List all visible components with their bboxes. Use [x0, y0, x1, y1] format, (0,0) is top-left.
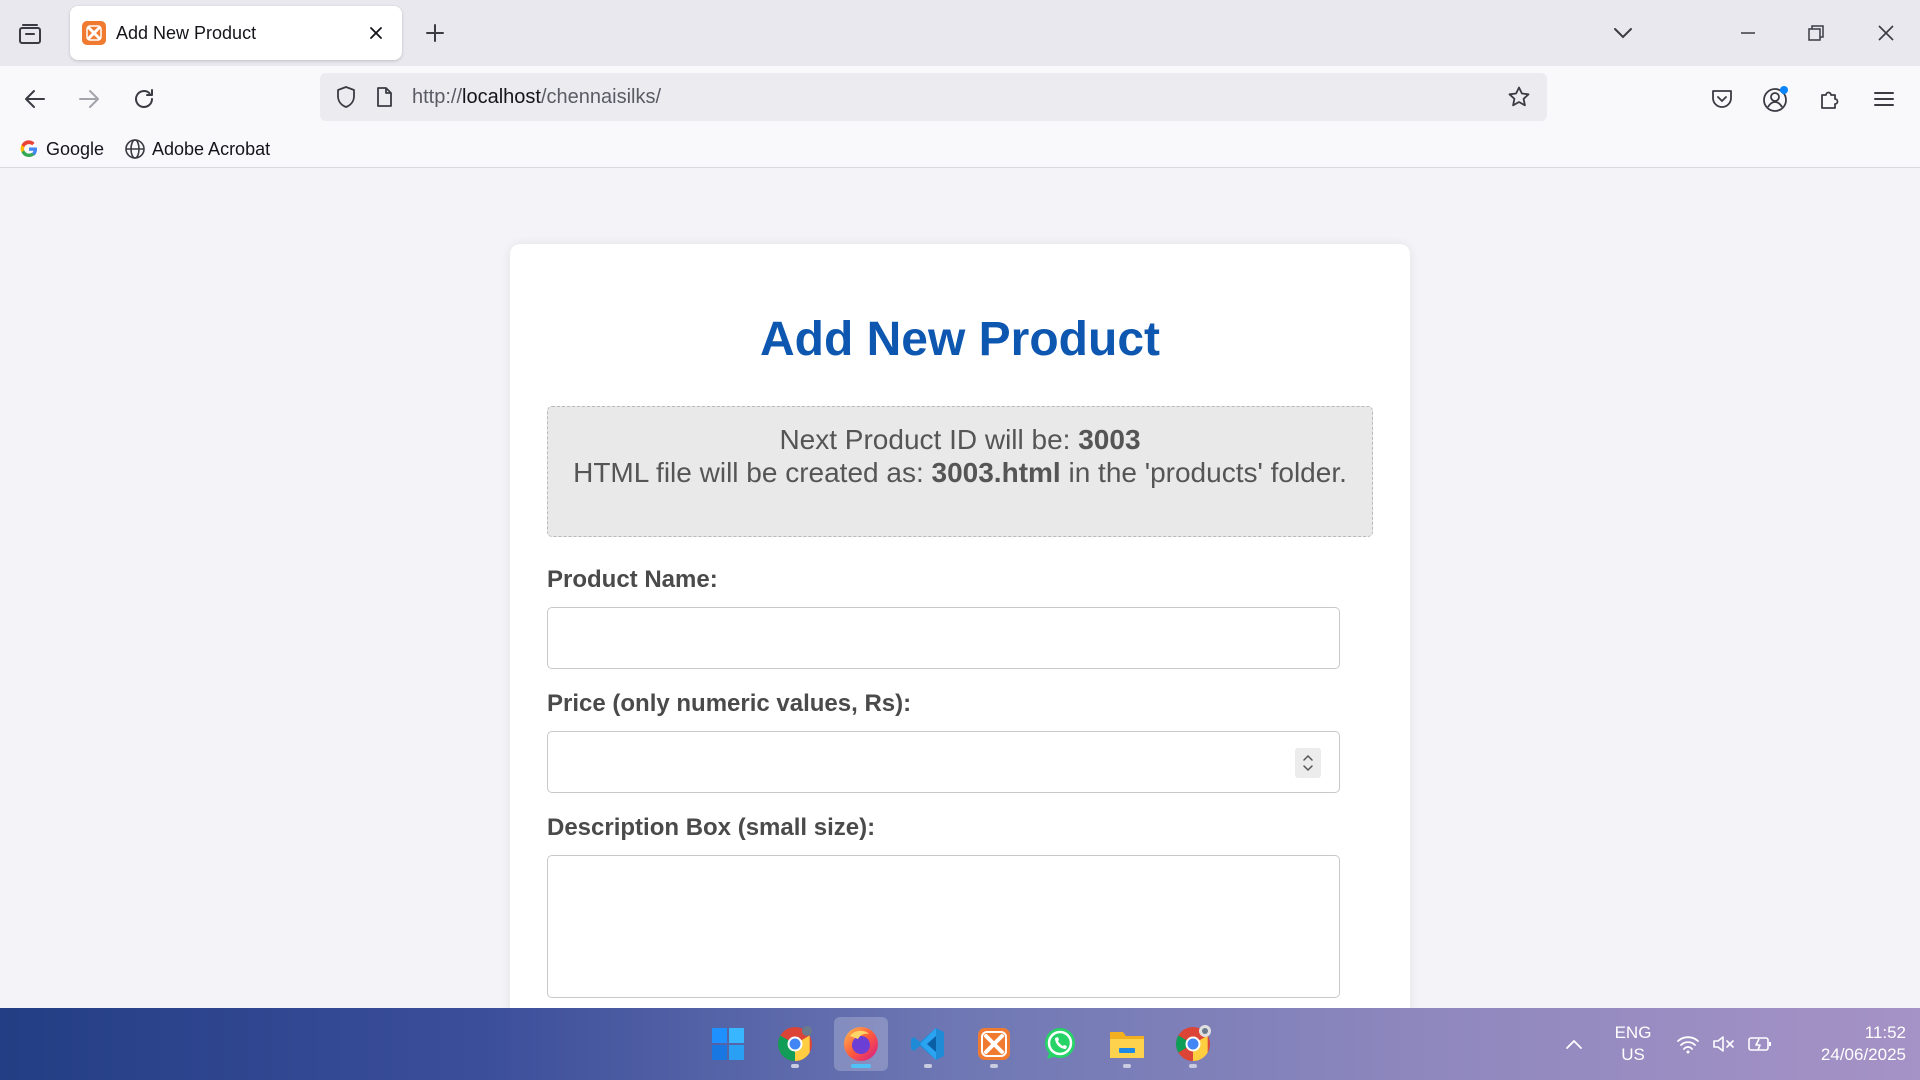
running-indicator — [924, 1064, 932, 1068]
url-host: localhost — [462, 86, 541, 108]
windows-taskbar: ENG US 11:52 24/06/2025 — [0, 1008, 1920, 1080]
price-input[interactable] — [547, 731, 1340, 793]
file-explorer-icon[interactable] — [1100, 1017, 1154, 1071]
next-product-info-box: Next Product ID will be: 3003 HTML file … — [547, 406, 1373, 537]
tab-bar: Add New Product — [0, 0, 1920, 66]
globe-icon — [124, 138, 146, 160]
extensions-puzzle-icon[interactable] — [1813, 82, 1847, 116]
language-code: ENG — [1614, 1023, 1652, 1042]
bookmark-adobe-acrobat[interactable]: Adobe Acrobat — [124, 135, 270, 163]
bookmark-label: Adobe Acrobat — [152, 138, 271, 159]
google-icon — [18, 138, 40, 160]
chrome-canary-icon[interactable] — [1166, 1017, 1220, 1071]
price-label: Price (only numeric values, Rs): — [547, 690, 912, 717]
url-path: /chennaisilks/ — [540, 86, 662, 108]
running-indicator — [990, 1064, 998, 1068]
url-text[interactable]: http://localhost/chennaisilks/ — [412, 86, 661, 109]
browser-tab[interactable]: Add New Product — [70, 6, 402, 60]
bookmark-star-icon[interactable] — [1503, 81, 1535, 113]
new-tab-plus-icon[interactable] — [420, 18, 450, 48]
file-line: HTML file will be created as: 3003.html … — [548, 456, 1372, 489]
pocket-icon[interactable] — [1705, 82, 1739, 116]
active-indicator — [851, 1064, 871, 1068]
vscode-icon[interactable] — [901, 1017, 955, 1071]
tab-overview-icon[interactable] — [14, 19, 46, 49]
next-id-line: Next Product ID will be: 3003 — [548, 423, 1372, 456]
product-form-card: Add New Product Next Product ID will be:… — [510, 244, 1410, 1008]
minimize-icon[interactable] — [1728, 14, 1768, 52]
close-window-icon[interactable] — [1866, 14, 1906, 52]
forward-arrow-icon[interactable] — [72, 82, 106, 116]
tracking-shield-icon[interactable] — [330, 81, 362, 113]
tab-close-icon[interactable] — [364, 21, 388, 45]
running-indicator — [791, 1064, 799, 1068]
product-name-input[interactable] — [547, 607, 1340, 669]
input-language[interactable]: ENG US — [1608, 1022, 1658, 1066]
file-value: 3003.html — [931, 457, 1061, 488]
clock-date: 24/06/2025 — [1820, 1045, 1906, 1064]
clock-time: 11:52 — [1864, 1023, 1906, 1042]
bookmark-label: Google — [46, 138, 105, 159]
bookmark-google[interactable]: Google — [18, 135, 104, 163]
menu-hamburger-icon[interactable] — [1867, 82, 1901, 116]
account-icon[interactable] — [1759, 82, 1793, 116]
xampp-favicon-icon — [82, 21, 106, 45]
page-viewport: Add New Product Next Product ID will be:… — [0, 169, 1920, 1008]
speaker-muted-icon[interactable] — [1708, 1028, 1740, 1060]
description-textarea[interactable] — [547, 855, 1340, 998]
chrome-icon[interactable] — [768, 1017, 822, 1071]
tray-chevron-up-icon[interactable] — [1558, 1028, 1590, 1060]
product-name-label: Product Name: — [547, 566, 718, 593]
tab-title: Add New Product — [116, 22, 257, 43]
file-prefix: HTML file will be created as: — [573, 457, 932, 488]
bookmarks-toolbar: Google Adobe Acrobat — [0, 132, 1920, 168]
file-suffix: in the 'products' folder. — [1060, 457, 1347, 488]
tab-list-chevron-down-icon[interactable] — [1608, 18, 1638, 48]
whatsapp-icon[interactable] — [1033, 1017, 1087, 1071]
description-label: Description Box (small size): — [547, 814, 876, 841]
xampp-icon[interactable] — [967, 1017, 1021, 1071]
running-indicator — [1189, 1064, 1197, 1068]
price-spinner-icon[interactable] — [1295, 748, 1321, 778]
restore-icon[interactable] — [1796, 14, 1836, 52]
firefox-icon[interactable] — [834, 1017, 888, 1071]
back-arrow-icon[interactable] — [18, 82, 52, 116]
start-icon[interactable] — [701, 1017, 755, 1071]
running-indicator — [1123, 1064, 1131, 1068]
next-id-prefix: Next Product ID will be: — [779, 424, 1079, 455]
system-clock[interactable]: 11:52 24/06/2025 — [1770, 1022, 1906, 1066]
reload-icon[interactable] — [127, 82, 161, 116]
page-title: Add New Product — [759, 313, 1160, 366]
next-id-value: 3003 — [1078, 424, 1141, 455]
navigation-toolbar: http://localhost/chennaisilks/ — [0, 66, 1920, 132]
page-info-icon[interactable] — [370, 81, 398, 113]
url-scheme: http:// — [412, 86, 463, 108]
region-code: US — [1621, 1045, 1645, 1064]
wifi-icon[interactable] — [1672, 1028, 1704, 1060]
url-bar[interactable]: http://localhost/chennaisilks/ — [320, 73, 1547, 121]
